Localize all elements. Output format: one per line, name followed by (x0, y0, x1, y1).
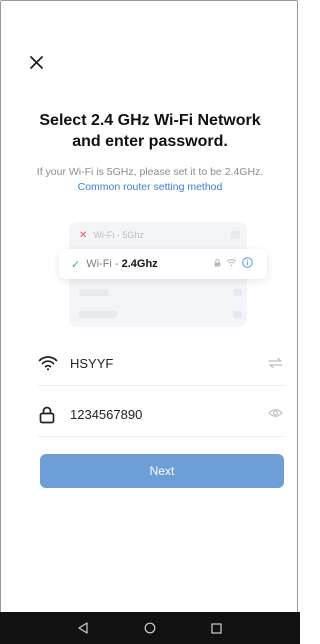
placeholder-block (231, 231, 240, 239)
illustration-5g-label: Wi-Fi - 5Ghz (93, 230, 144, 240)
recents-square-icon (211, 622, 222, 634)
home-circle-icon (144, 622, 156, 634)
wifi-ssid-field[interactable]: HSYYF (38, 345, 285, 386)
back-triangle-icon (78, 622, 88, 634)
illustration-24g-prefix: Wi-Fi - (86, 258, 119, 270)
check-icon: ✓ (71, 258, 81, 271)
nav-back-button[interactable] (71, 618, 95, 638)
next-button[interactable]: Next (40, 454, 284, 488)
switch-network-icon[interactable] (268, 357, 283, 369)
placeholder-bar (79, 289, 109, 296)
password-value: 1234567890 (70, 407, 143, 422)
close-icon (29, 55, 43, 69)
illustration-row-24g: ✓ Wi-Fi - 2.4Ghz (59, 249, 267, 279)
wifi-ssid-value: HSYYF (70, 356, 114, 371)
placeholder-bar (233, 289, 242, 296)
frequency-hint: If your Wi-Fi is 5GHz, please set it to … (36, 166, 264, 178)
system-nav-bar (0, 612, 300, 644)
placeholder-bar (79, 311, 117, 318)
lock-icon (39, 406, 55, 424)
eye-icon[interactable] (268, 408, 283, 418)
password-field[interactable]: 1234567890 (38, 396, 285, 437)
router-setting-link[interactable]: Common router setting method (10, 181, 290, 193)
nav-home-button[interactable] (138, 618, 162, 638)
page-title-line2: and enter password. (72, 133, 228, 150)
page-title: Select 2.4 GHz Wi-Fi Network and enter p… (20, 110, 280, 152)
placeholder-bar (233, 311, 242, 318)
page-title-line1: Select 2.4 GHz Wi-Fi Network (39, 112, 261, 129)
lock-small-icon (214, 258, 221, 266)
cross-icon: ✕ (79, 229, 88, 241)
nav-recents-button[interactable] (205, 618, 229, 638)
illustration-row-5g: ✕ Wi-Fi - 5Ghz (79, 227, 249, 243)
close-button[interactable] (26, 52, 46, 72)
illustration-24g-band: 2.4Ghz (121, 258, 158, 270)
info-icon (242, 257, 253, 268)
wifi-icon (38, 356, 58, 371)
wifi-small-icon (226, 259, 237, 267)
